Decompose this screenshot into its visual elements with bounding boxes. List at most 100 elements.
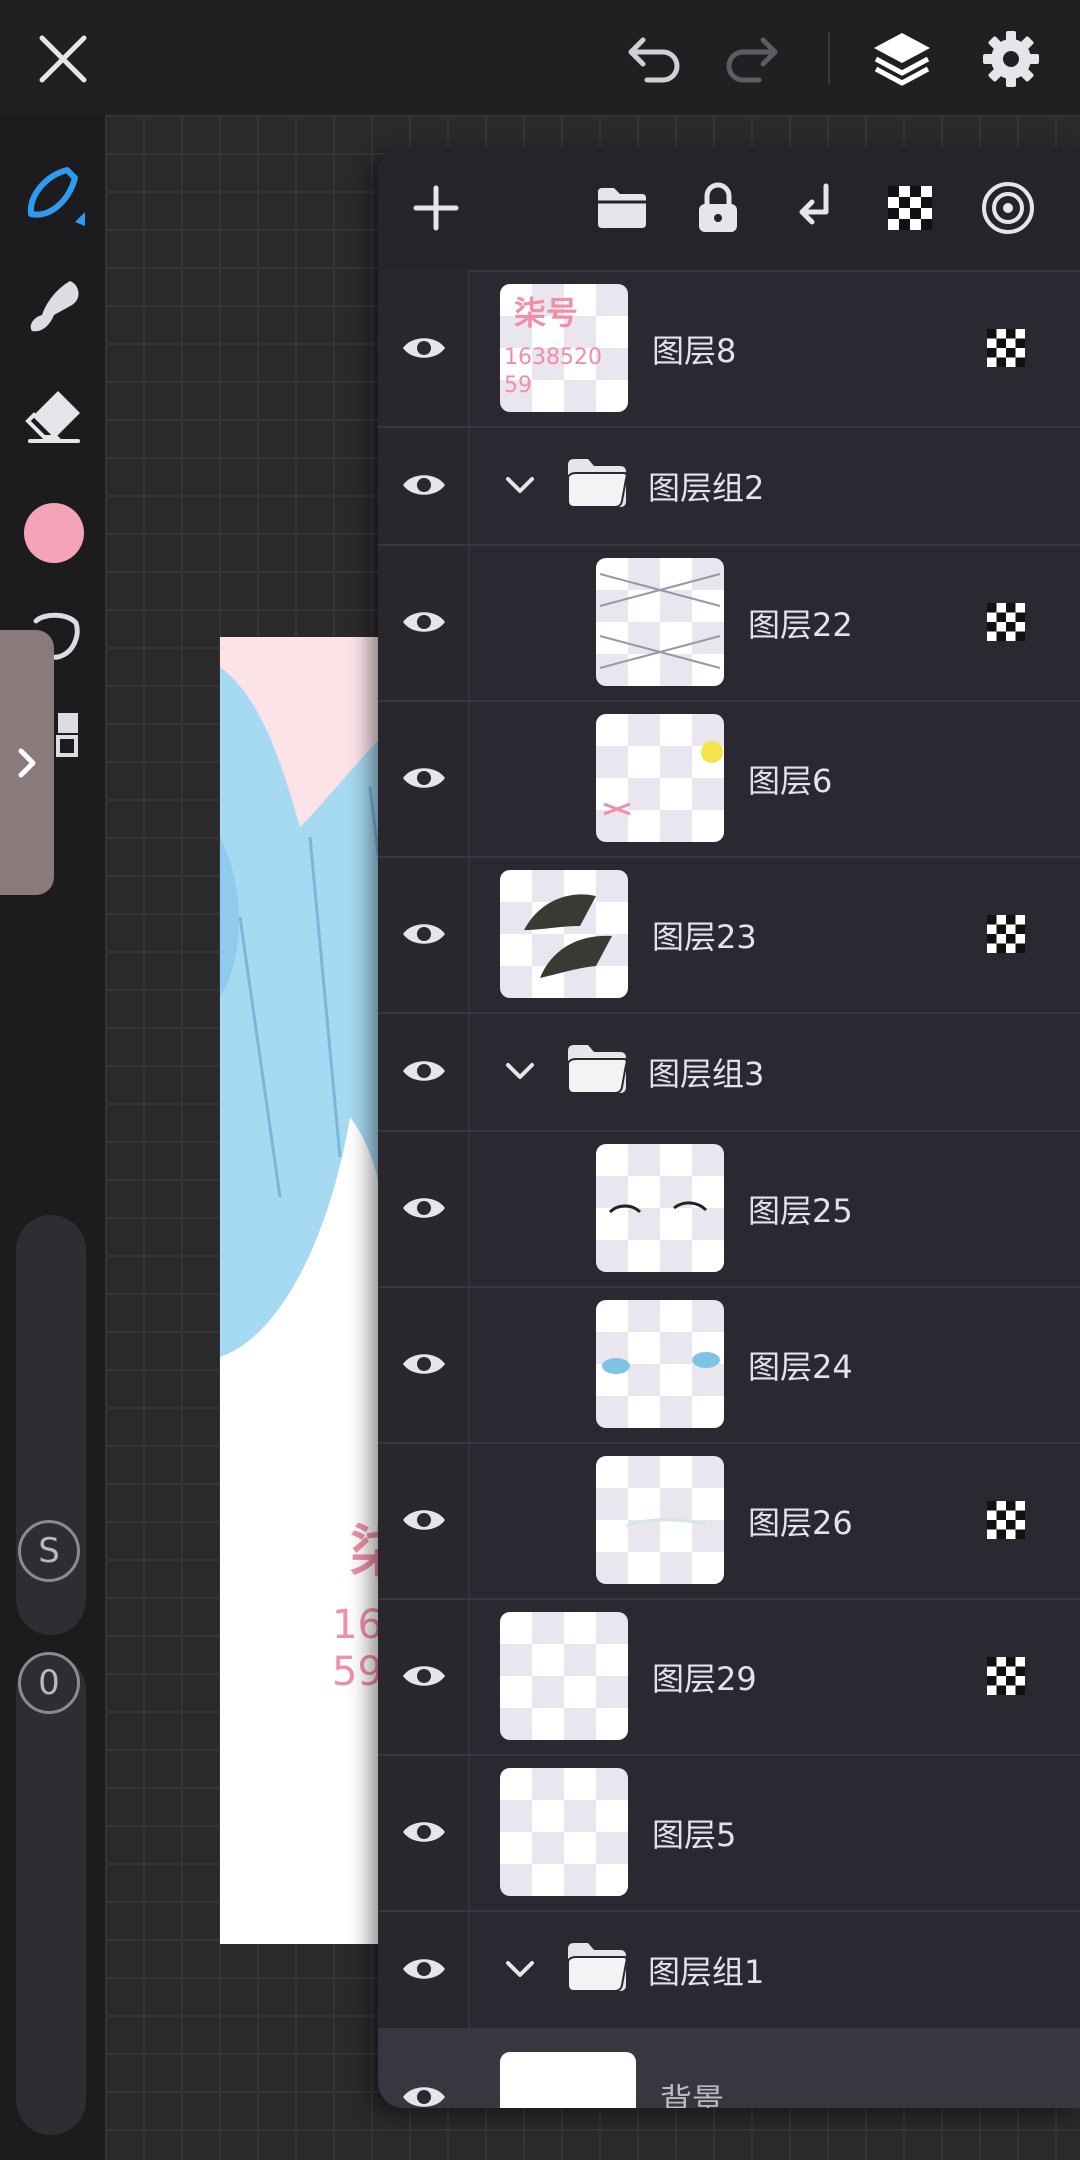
layer-name: 图层8 [652, 332, 737, 370]
layer-row[interactable]: 图层25 [378, 1130, 1080, 1288]
layer-group-row[interactable]: 图层组1 [378, 1910, 1080, 2030]
eye-icon[interactable] [396, 1941, 452, 1997]
svg-text:1638520: 1638520 [504, 345, 602, 370]
layer-row[interactable]: 图层24 [378, 1286, 1080, 1444]
chevron-down-icon[interactable] [500, 465, 540, 505]
add-layer-icon [413, 185, 459, 231]
eye-icon[interactable] [396, 320, 452, 376]
lock-icon [699, 182, 737, 232]
brush-tool[interactable] [14, 155, 94, 235]
layer-name: 图层25 [748, 1192, 853, 1230]
eraser-tool[interactable] [14, 375, 94, 455]
layer-thumbnail [500, 870, 628, 998]
alpha-lock-icon[interactable] [986, 914, 1026, 954]
layer-row[interactable]: 图层6 [378, 700, 1080, 858]
layer-thumbnail [500, 2052, 636, 2108]
layer-row[interactable]: 图层26 [378, 1442, 1080, 1600]
layer-name: 背景 [660, 2081, 725, 2108]
layer-row[interactable]: 图层29 [378, 1598, 1080, 1756]
blend-mode-button[interactable] [972, 172, 1044, 244]
eraser-icon [25, 391, 80, 443]
eye-icon[interactable] [396, 906, 452, 962]
alpha-lock-icon[interactable] [986, 328, 1026, 368]
watermark-number-line2: 59 [332, 1649, 383, 1695]
opacity-toggle-button[interactable]: 0 [18, 1652, 80, 1714]
layer-row[interactable]: 背景 [378, 2028, 1080, 2108]
svg-text:59: 59 [504, 373, 532, 398]
layer-row[interactable]: 图层23 [378, 856, 1080, 1014]
eye-icon[interactable] [396, 1804, 452, 1860]
layer-thumbnail [500, 1768, 628, 1896]
alpha-lock-icon[interactable] [986, 1656, 1026, 1696]
smudge-tool[interactable] [14, 265, 94, 345]
layer-name: 图层6 [748, 762, 833, 800]
chevron-down-icon[interactable] [500, 1949, 540, 1989]
layer-group-row[interactable]: 图层组2 [378, 426, 1080, 546]
folder-icon [564, 455, 630, 511]
redo-icon [726, 37, 778, 83]
layer-row[interactable]: 柒号 1638520 59 图层8 [378, 270, 1080, 428]
alpha-lock-icon[interactable] [986, 602, 1026, 642]
opacity-slider[interactable] [16, 1655, 86, 2135]
eye-icon[interactable] [396, 457, 452, 513]
top-bar [0, 0, 1080, 115]
color-swatch[interactable] [14, 493, 94, 573]
eye-icon[interactable] [396, 1043, 452, 1099]
eye-icon[interactable] [396, 1648, 452, 1704]
layers-panel: 柒号 1638520 59 图层8 图层组2 图层22 图层6 图层23 图层组3 图层25 图层2… [378, 148, 1080, 2108]
layer-name: 图层24 [748, 1348, 853, 1386]
redo-button[interactable] [706, 14, 796, 104]
gear-icon [983, 31, 1039, 87]
close-icon [39, 35, 87, 83]
close-button[interactable] [18, 14, 108, 104]
size-toggle-label: S [38, 1531, 60, 1571]
eye-icon[interactable] [396, 1180, 452, 1236]
layer-name: 图层22 [748, 606, 853, 644]
folder-icon [564, 1939, 630, 1995]
layer-thumbnail [596, 1456, 724, 1584]
alpha-lock-icon [888, 186, 932, 230]
alpha-lock-icon[interactable] [986, 1500, 1026, 1540]
eye-icon[interactable] [396, 750, 452, 806]
layer-name: 图层5 [652, 1816, 737, 1854]
undo-icon [628, 37, 680, 83]
layer-thumbnail [596, 558, 724, 686]
lock-layer-button[interactable] [682, 172, 754, 244]
eye-icon[interactable] [396, 2069, 452, 2108]
layer-name: 图层29 [652, 1660, 757, 1698]
layers-button[interactable] [857, 14, 947, 104]
layer-name: 图层组1 [648, 1953, 765, 1991]
eye-icon[interactable] [396, 594, 452, 650]
toolbar-divider [828, 32, 830, 84]
eye-icon[interactable] [396, 1336, 452, 1392]
layer-name: 图层26 [748, 1504, 853, 1542]
layer-thumbnail [500, 1612, 628, 1740]
add-group-button[interactable] [586, 172, 658, 244]
brush-icon [27, 167, 85, 226]
opacity-toggle-label: 0 [38, 1663, 60, 1703]
layer-row[interactable]: 图层22 [378, 544, 1080, 702]
layer-name: 图层23 [652, 918, 757, 956]
smudge-icon [30, 281, 79, 332]
merge-down-button[interactable] [778, 172, 850, 244]
undo-button[interactable] [610, 14, 700, 104]
layer-thumbnail [596, 1300, 724, 1428]
size-toggle-button[interactable]: S [18, 1520, 80, 1582]
layers-panel-toolbar [378, 148, 1080, 272]
side-panel-toggle[interactable] [0, 630, 54, 895]
merge-down-icon [799, 183, 829, 225]
layer-row[interactable]: 图层5 [378, 1754, 1080, 1912]
blend-icon [982, 182, 1034, 234]
chevron-down-icon[interactable] [500, 1051, 540, 1091]
alpha-lock-button[interactable] [874, 172, 946, 244]
folder-icon [598, 188, 646, 228]
chevron-right-icon [18, 748, 36, 777]
layers-icon [874, 33, 930, 86]
add-layer-button[interactable] [400, 172, 472, 244]
folder-icon [564, 1041, 630, 1097]
layer-thumbnail: 柒号 1638520 59 [500, 284, 628, 412]
color-swatch-circle [24, 503, 84, 563]
eye-icon[interactable] [396, 1492, 452, 1548]
layer-group-row[interactable]: 图层组3 [378, 1012, 1080, 1132]
settings-button[interactable] [966, 14, 1056, 104]
